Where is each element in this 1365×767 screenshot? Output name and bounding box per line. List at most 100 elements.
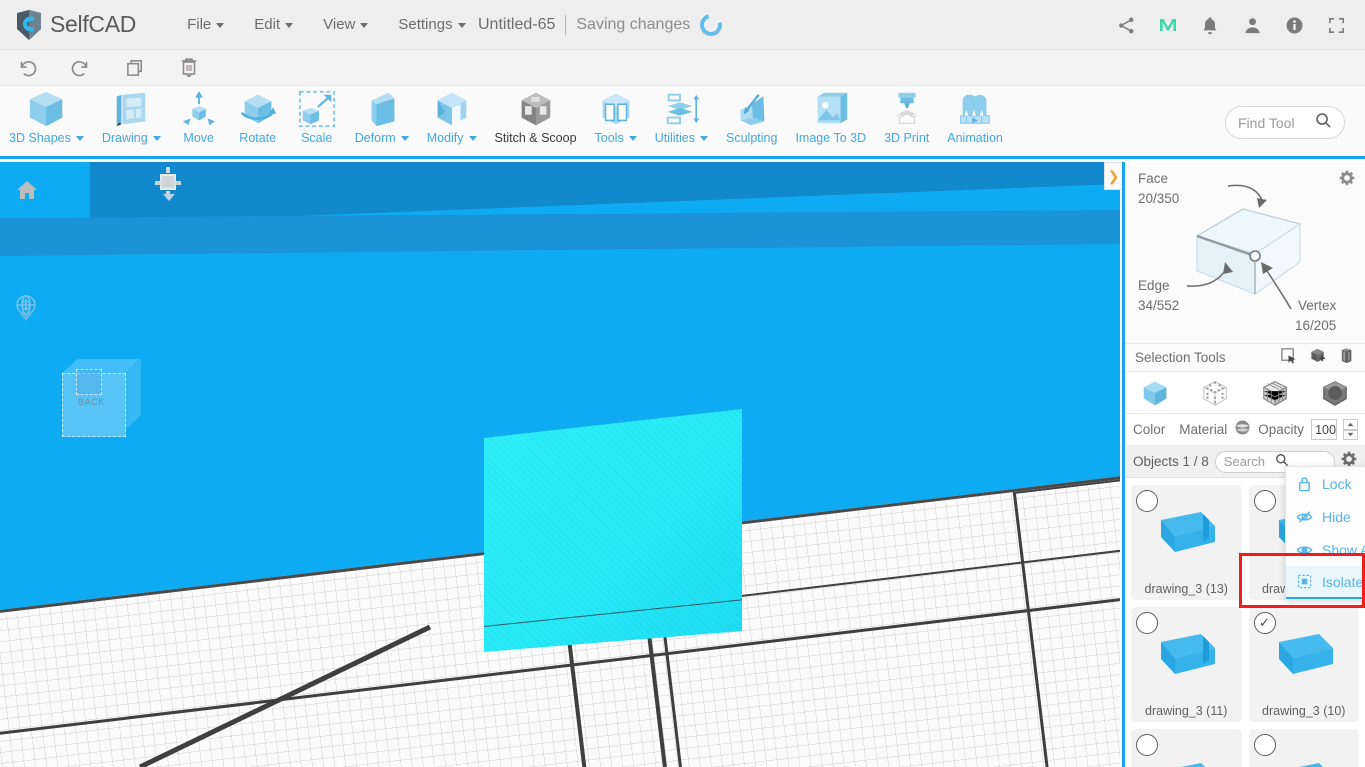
opacity-input[interactable]: 100: [1311, 419, 1337, 440]
tool-deform[interactable]: Deform: [346, 86, 418, 156]
rectangle-select-icon[interactable]: [1280, 347, 1297, 369]
home-view-icon[interactable]: [16, 180, 38, 205]
view-orientation-cube[interactable]: BACK: [62, 359, 141, 437]
tool-tools[interactable]: Tools: [586, 86, 646, 156]
user-account-icon[interactable]: [1241, 14, 1263, 36]
tool-sculpting-label: Sculpting: [726, 131, 778, 145]
tool-rotate[interactable]: Rotate: [228, 86, 288, 156]
lock-icon: [1296, 476, 1313, 492]
tool-3d-print[interactable]: 3D Print: [875, 86, 938, 156]
delete-button[interactable]: [162, 50, 216, 86]
tool-move[interactable]: Move: [170, 86, 228, 156]
opacity-decrement-button[interactable]: [1342, 429, 1358, 440]
vertex-count-value: 16/205: [1295, 317, 1337, 333]
share-icon[interactable]: [1115, 14, 1137, 36]
color-label: Color: [1133, 422, 1166, 437]
edge-mode-icon[interactable]: [1255, 375, 1295, 411]
image-to-3d-icon: [811, 89, 851, 129]
paint-selection-icon[interactable]: [1338, 347, 1355, 369]
stitch-scoop-icon: [516, 89, 556, 129]
face-count-label: Face 20/350: [1138, 169, 1179, 208]
menu-item-view[interactable]: View: [308, 10, 383, 39]
object-select-checkbox[interactable]: [1253, 734, 1276, 756]
hide-eye-icon: [1296, 510, 1313, 524]
appearance-row: Color Material Opacity 100: [1125, 414, 1365, 446]
tool-animation[interactable]: Animation: [938, 86, 1012, 156]
tool-utilities[interactable]: Utilities: [646, 86, 717, 156]
object-mode-icon[interactable]: [1135, 375, 1175, 411]
tool-move-label: Move: [183, 131, 214, 145]
menu-item-settings[interactable]: Settings: [383, 10, 480, 39]
modify-icon: [432, 89, 472, 129]
copy-button[interactable]: [108, 50, 162, 86]
panel-collapse-toggle[interactable]: ❯: [1104, 162, 1122, 190]
list-item[interactable]: drawing_3 (13): [1131, 485, 1242, 600]
info-icon[interactable]: [1283, 14, 1305, 36]
find-tool-input[interactable]: Find Tool: [1225, 106, 1345, 139]
app-logo[interactable]: SelfCAD: [14, 9, 136, 41]
selection-tools-row: Selection Tools: [1125, 344, 1365, 372]
background-band-mid: [0, 210, 1120, 256]
opacity-increment-button[interactable]: [1342, 419, 1358, 430]
chevron-down-icon: [285, 22, 294, 28]
object-thumbnail: [1261, 622, 1347, 690]
tool-drawing[interactable]: Drawing: [93, 86, 170, 156]
face-mode-icon[interactable]: [1315, 375, 1355, 411]
menu-item-file[interactable]: File: [172, 10, 239, 39]
object-select-checkbox[interactable]: [1136, 734, 1158, 756]
context-menu-hide-label: Hide: [1322, 508, 1351, 525]
list-item[interactable]: [1131, 729, 1242, 767]
3d-viewport[interactable]: BACK Y X Z: [0, 162, 1120, 767]
brand-name: SelfCAD: [50, 11, 137, 37]
add-selection-icon[interactable]: [1309, 347, 1326, 369]
vertex-mode-icon[interactable]: [1195, 375, 1235, 411]
chevron-down-icon: [400, 136, 409, 142]
tool-image-to-3d[interactable]: Image To 3D: [786, 86, 875, 156]
tool-sculpting[interactable]: Sculpting: [717, 86, 786, 156]
selection-settings-gear-icon[interactable]: [1339, 170, 1355, 191]
tools-icon: [596, 89, 636, 129]
right-side-panel: Face 20/350 Edge 34/552 Vertex 16/205 Se…: [1122, 162, 1365, 767]
redo-button[interactable]: [54, 50, 108, 86]
undo-button[interactable]: [0, 50, 54, 86]
deform-icon: [363, 89, 401, 129]
menu-item-edit[interactable]: Edit: [239, 10, 308, 39]
tool-tools-label: Tools: [594, 131, 624, 145]
object-thumbnail: [1261, 751, 1347, 767]
medium-m-icon[interactable]: [1157, 14, 1179, 36]
find-tool-placeholder: Find Tool: [1238, 114, 1295, 131]
context-menu-item-show-all[interactable]: Show All: [1286, 533, 1365, 566]
rotate-icon: [237, 89, 279, 129]
vertex-count-label: Vertex 16/205: [1295, 296, 1336, 335]
object-select-checkbox[interactable]: [1136, 612, 1158, 634]
menu-item-view-label: View: [323, 16, 356, 33]
cube-icon: [25, 89, 67, 129]
notifications-bell-icon[interactable]: [1199, 14, 1221, 36]
context-menu-item-lock[interactable]: Lock: [1286, 467, 1365, 500]
chevron-down-icon: [360, 22, 369, 28]
tool-scale[interactable]: Scale: [288, 86, 346, 156]
tool-scale-label: Scale: [301, 131, 333, 145]
objects-search-placeholder: Search: [1223, 454, 1265, 469]
tool-modify[interactable]: Modify: [418, 86, 486, 156]
viewcube-bar-top: [166, 167, 170, 173]
material-sphere-icon[interactable]: [1234, 419, 1251, 441]
list-item[interactable]: ✓ drawing_3 (10): [1248, 607, 1359, 722]
object-name: drawing_3 (10): [1262, 704, 1346, 718]
object-context-menu: Lock Hide Show All: [1285, 466, 1365, 600]
list-item[interactable]: drawing_3 (11): [1131, 607, 1242, 722]
list-item[interactable]: [1248, 729, 1359, 767]
context-menu-item-hide[interactable]: Hide: [1286, 500, 1365, 533]
viewcube-dropdown-caret-icon[interactable]: [163, 194, 175, 201]
object-select-checkbox[interactable]: ✓: [1253, 612, 1276, 634]
gizmo-dropdown-caret-icon[interactable]: [20, 314, 32, 321]
object-thumbnail: [1143, 622, 1229, 690]
context-menu-item-isolate[interactable]: Isolate: [1286, 566, 1365, 599]
fullscreen-icon[interactable]: [1325, 14, 1347, 36]
menu-item-file-label: File: [187, 16, 212, 33]
object-select-checkbox[interactable]: [1253, 490, 1276, 512]
viewcube-top-handle[interactable]: [155, 174, 181, 190]
object-select-checkbox[interactable]: [1136, 490, 1158, 512]
tool-stitch-and-scoop[interactable]: Stitch & Scoop: [486, 86, 586, 156]
tool-3d-shapes[interactable]: 3D Shapes: [0, 86, 93, 156]
